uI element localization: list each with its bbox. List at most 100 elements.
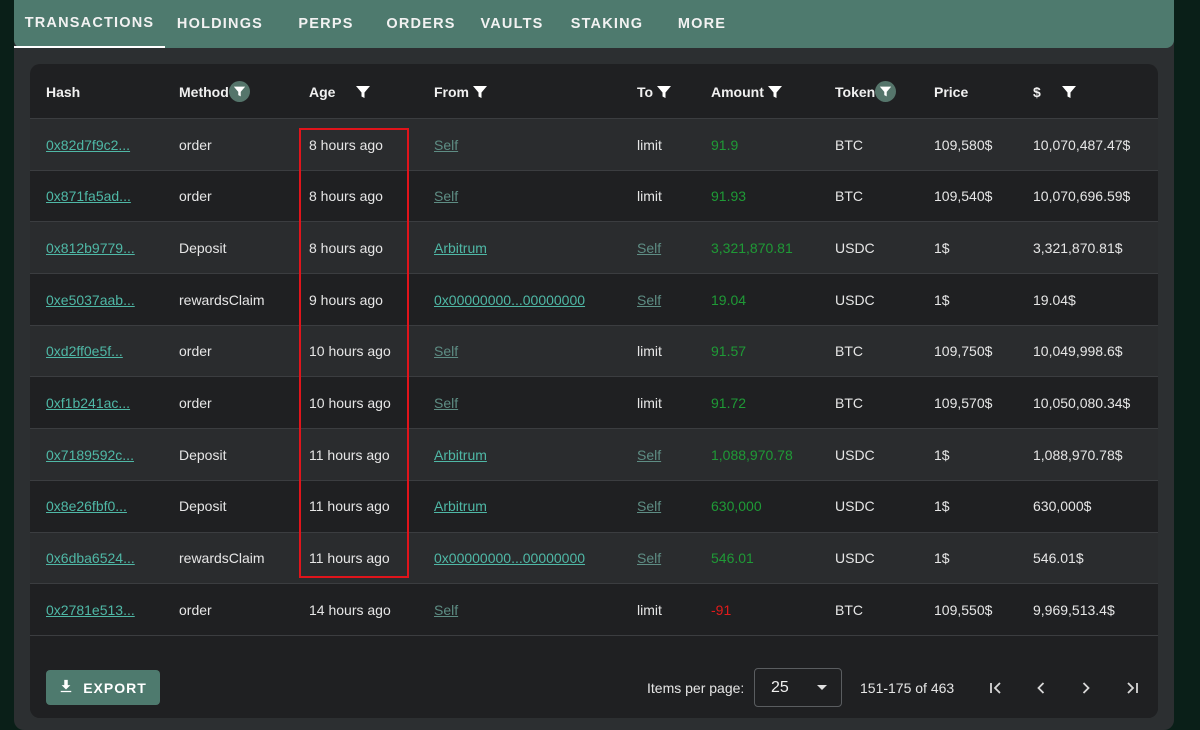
hash-link[interactable]: 0xf1b241ac... [46, 395, 130, 411]
to-link[interactable]: Self [637, 498, 661, 514]
from-link[interactable]: Arbitrum [434, 240, 487, 256]
from-link[interactable]: Self [434, 602, 458, 618]
items-per-page-label: Items per page: [647, 679, 745, 696]
cell-age: 10 hours ago [309, 326, 391, 377]
usd-value: 10,050,080.34$ [1033, 395, 1131, 411]
from-link[interactable]: Self [434, 395, 458, 411]
amount-value: 91.72 [711, 395, 747, 411]
first-page-button[interactable] [980, 670, 1012, 705]
age-text: 9 hours ago [309, 291, 383, 308]
next-page-button[interactable] [1070, 670, 1102, 705]
method-text: order [179, 136, 212, 153]
chevron-right-icon [1082, 681, 1090, 694]
price-value: 109,550$ [934, 601, 993, 618]
table-body: 0x82d7f9c2... order 8 hours ago Self limit 91… [30, 119, 1158, 656]
tab-staking[interactable]: STAKING [559, 0, 655, 48]
table-row[interactable]: 0xf1b241ac... order 10 hours ago Self limit 9… [30, 377, 1158, 430]
amount-value: 546.01 [711, 550, 754, 567]
hash-link[interactable]: 0x812b9779... [46, 240, 135, 256]
export-button[interactable]: EXPORT [46, 670, 160, 705]
table-row[interactable]: 0xd2ff0e5f... order 10 hours ago Self limit 9… [30, 325, 1158, 378]
cell-from: Self [434, 584, 458, 635]
table-row[interactable]: 0x2781e513... order 14 hours ago Self limit -… [30, 584, 1158, 636]
tab-more[interactable]: MORE [655, 0, 749, 48]
tab-transactions[interactable]: TRANSACTIONS [14, 0, 165, 48]
from-link[interactable]: Self [434, 188, 458, 204]
from-link[interactable]: Arbitrum [434, 498, 487, 514]
filter-icon[interactable] [1061, 84, 1077, 100]
filter-icon[interactable] [656, 84, 672, 100]
cell-usd: 10,049,998.6$ [1033, 326, 1123, 377]
to-link[interactable]: Self [637, 550, 661, 566]
items-per-page-select[interactable]: 25 [754, 668, 842, 707]
cell-price: 109,750$ [934, 326, 992, 377]
column-header-hash: Hash [46, 64, 80, 119]
cell-from: 0x00000000...00000000 [434, 274, 585, 325]
table-row[interactable]: 0x82d7f9c2... order 8 hours ago Self limit 91… [30, 119, 1158, 171]
table-row[interactable]: 0x871fa5ad... order 8 hours ago Self limit 91… [30, 170, 1158, 223]
method-text: order [179, 343, 212, 360]
table-row[interactable]: 0x6dba6524... rewardsClaim 11 hours ago 0x0… [30, 532, 1158, 585]
cell-hash: 0x871fa5ad... [46, 171, 131, 222]
cell-amount: 91.57 [711, 326, 746, 377]
age-text: 8 hours ago [309, 239, 383, 256]
cell-hash: 0xf1b241ac... [46, 378, 130, 429]
token-symbol: BTC [835, 343, 863, 360]
to-link[interactable]: Self [637, 240, 661, 256]
cell-price: 1$ [934, 533, 950, 584]
table-row[interactable]: 0x8e26fbf0... Deposit 11 hours ago Arbitrum… [30, 480, 1158, 533]
price-value: 1$ [934, 239, 950, 256]
cell-price: 109,580$ [934, 119, 992, 170]
filter-icon[interactable] [355, 84, 371, 100]
filter-icon[interactable] [875, 81, 897, 102]
to-link[interactable]: Self [637, 447, 661, 463]
cell-method: Deposit [179, 429, 226, 480]
column-header-label: Price [934, 83, 969, 100]
column-header-label: Method [179, 83, 229, 100]
table-row[interactable]: 0xe5037aab... rewardsClaim 9 hours ago 0x00… [30, 274, 1158, 326]
cell-price: 1$ [934, 481, 950, 532]
from-link[interactable]: 0x00000000...00000000 [434, 550, 585, 566]
hash-link[interactable]: 0x871fa5ad... [46, 188, 131, 204]
table-row[interactable]: 0x7189592c... Deposit 11 hours ago Arbitrum… [30, 429, 1158, 481]
method-text: rewardsClaim [179, 550, 265, 567]
from-link[interactable]: Self [434, 137, 458, 153]
filter-icon[interactable] [472, 84, 488, 100]
price-value: 1$ [934, 550, 950, 567]
hash-link[interactable]: 0xe5037aab... [46, 292, 135, 308]
tab-orders[interactable]: ORDERS [377, 0, 465, 48]
cell-price: 109,540$ [934, 171, 992, 222]
previous-page-button[interactable] [1025, 670, 1057, 705]
cell-price: 109,570$ [934, 378, 992, 429]
cell-amount: 91.72 [711, 378, 746, 429]
tab-vaults[interactable]: VAULTS [465, 0, 559, 48]
table-row[interactable]: 0x812b9779... Deposit 8 hours ago Arbitrum S… [30, 222, 1158, 275]
last-page-icon [1127, 681, 1138, 694]
cell-to: limit [637, 326, 662, 377]
hash-link[interactable]: 0x6dba6524... [46, 550, 135, 566]
hash-link[interactable]: 0x8e26fbf0... [46, 498, 127, 514]
to-text: limit [637, 343, 662, 360]
cell-hash: 0x2781e513... [46, 584, 135, 635]
token-symbol: USDC [835, 446, 875, 463]
last-page-button[interactable] [1116, 670, 1148, 705]
hash-link[interactable]: 0x82d7f9c2... [46, 137, 130, 153]
hash-link[interactable]: 0x2781e513... [46, 602, 135, 618]
hash-link[interactable]: 0x7189592c... [46, 447, 134, 463]
price-value: 109,750$ [934, 343, 993, 360]
tab-holdings[interactable]: HOLDINGS [165, 0, 275, 48]
hash-link[interactable]: 0xd2ff0e5f... [46, 343, 123, 359]
filter-icon[interactable] [228, 81, 250, 102]
from-link[interactable]: 0x00000000...00000000 [434, 292, 585, 308]
filter-icon[interactable] [767, 84, 783, 100]
cell-hash: 0x812b9779... [46, 222, 135, 273]
price-value: 109,570$ [934, 395, 993, 411]
from-link[interactable]: Arbitrum [434, 447, 487, 463]
age-text: 14 hours ago [309, 601, 391, 618]
cell-to: limit [637, 171, 662, 222]
from-link[interactable]: Self [434, 343, 458, 359]
to-link[interactable]: Self [637, 292, 661, 308]
cell-age: 8 hours ago [309, 171, 383, 222]
tab-perps[interactable]: PERPS [275, 0, 377, 48]
cell-from: Self [434, 119, 458, 170]
